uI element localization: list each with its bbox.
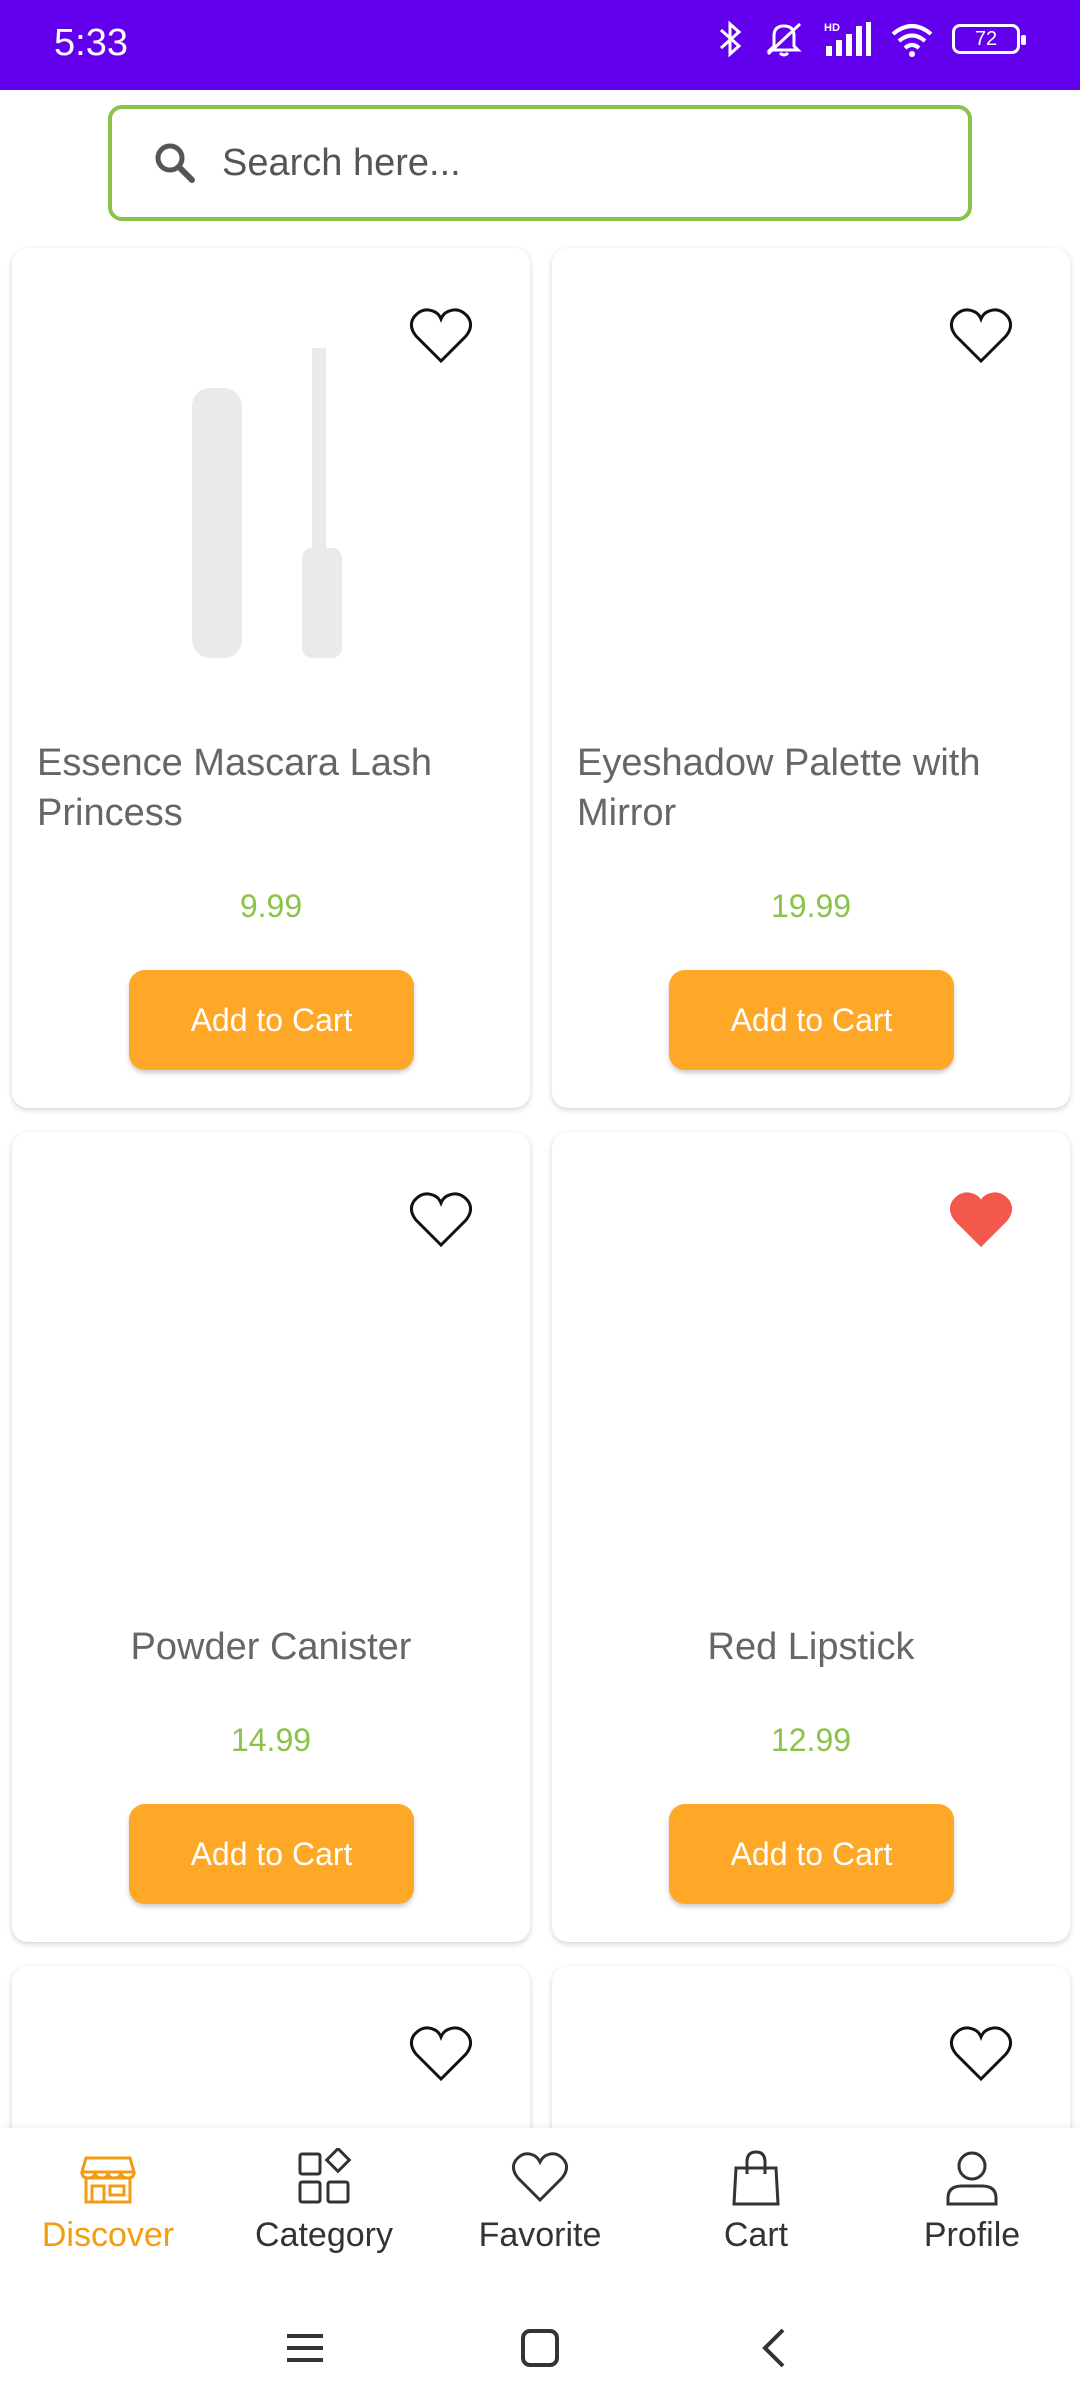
mute-bell-icon — [766, 22, 802, 57]
nav-favorite[interactable]: Favorite — [432, 2128, 648, 2288]
nav-label: Discover — [41, 2216, 175, 2254]
home-icon[interactable] — [510, 2318, 570, 2378]
product-name: Powder Canister — [130, 1626, 412, 1668]
heart-icon — [511, 2152, 569, 2203]
back-icon[interactable] — [745, 2318, 805, 2378]
nav-cart[interactable]: Cart — [648, 2128, 864, 2288]
svg-text:HD: HD — [824, 22, 840, 34]
status-icons: HD 72 — [716, 20, 1026, 58]
nav-label: Cart — [723, 2216, 789, 2254]
person-icon — [946, 2151, 998, 2206]
product-card[interactable]: Eyeshadow Palette with Mirror 19.99 Add … — [552, 248, 1070, 1108]
favorite-heart-icon[interactable] — [408, 2024, 474, 2084]
search-input[interactable] — [220, 140, 874, 186]
product-card[interactable]: Powder Canister 14.99 Add to Cart — [12, 1132, 530, 1942]
status-time: 5:33 — [54, 22, 128, 64]
battery-level: 72 — [974, 28, 998, 50]
add-to-cart-button[interactable]: Add to Cart — [129, 970, 414, 1070]
battery-icon: 72 — [952, 24, 1026, 54]
product-price: 19.99 — [770, 888, 852, 924]
product-price: 12.99 — [770, 1722, 852, 1758]
product-name: Eyeshadow Palette with Mirror — [577, 742, 981, 834]
add-to-cart-button[interactable]: Add to Cart — [669, 970, 954, 1070]
bottom-navigation: Discover Category Favorite Cart Profile — [0, 2128, 1080, 2288]
bluetooth-icon — [720, 20, 742, 58]
nav-label: Profile — [923, 2216, 1021, 2254]
product-name: Red Lipstick — [707, 1626, 915, 1668]
nav-label: Favorite — [478, 2216, 602, 2254]
shopping-bag-icon — [732, 2150, 780, 2206]
favorite-heart-filled-icon[interactable] — [948, 1190, 1014, 1250]
nav-profile[interactable]: Profile — [864, 2128, 1080, 2288]
system-navigation — [0, 2288, 1080, 2400]
product-image — [192, 348, 342, 658]
nav-discover[interactable]: Discover — [0, 2128, 216, 2288]
product-card[interactable]: Essence Mascara Lash Princess 9.99 Add t… — [12, 248, 530, 1108]
wifi-icon — [891, 24, 933, 57]
nav-category[interactable]: Category — [216, 2128, 432, 2288]
favorite-heart-icon[interactable] — [408, 306, 474, 366]
store-icon — [80, 2156, 136, 2204]
product-price: 9.99 — [239, 888, 303, 924]
signal-icon: HD — [824, 22, 871, 56]
favorite-heart-icon[interactable] — [948, 306, 1014, 366]
category-icon — [298, 2148, 352, 2204]
product-card[interactable]: Red Lipstick 12.99 Add to Cart — [552, 1132, 1070, 1942]
nav-label: Category — [255, 2216, 393, 2254]
add-to-cart-button[interactable]: Add to Cart — [669, 1804, 954, 1904]
status-bar: 5:33 HD 72 — [0, 0, 1080, 90]
menu-icon[interactable] — [275, 2318, 335, 2378]
product-name: Essence Mascara Lash Princess — [37, 742, 432, 834]
search-bar[interactable] — [108, 105, 972, 221]
search-icon — [155, 143, 195, 183]
product-price: 14.99 — [230, 1722, 312, 1758]
favorite-heart-icon[interactable] — [948, 2024, 1014, 2084]
add-to-cart-button[interactable]: Add to Cart — [129, 1804, 414, 1904]
favorite-heart-icon[interactable] — [408, 1190, 474, 1250]
